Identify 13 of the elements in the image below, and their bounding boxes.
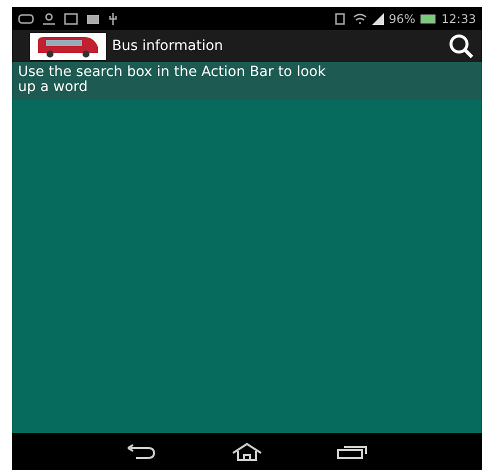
wifi-icon	[352, 12, 367, 24]
person-icon	[42, 12, 56, 24]
home-icon[interactable]	[230, 442, 264, 462]
bus-icon	[30, 32, 106, 60]
app-title: Bus information	[112, 38, 224, 54]
clock: 12:33	[441, 12, 476, 26]
hint-text: Use the search box in the Action Bar to look up a word	[18, 64, 326, 95]
usb-icon	[108, 12, 118, 24]
recent-apps-icon[interactable]	[336, 444, 370, 460]
battery-icon	[420, 14, 436, 24]
search-icon[interactable]	[448, 33, 474, 59]
battery-percentage: 96%	[388, 12, 416, 26]
signal-icon	[372, 12, 384, 24]
